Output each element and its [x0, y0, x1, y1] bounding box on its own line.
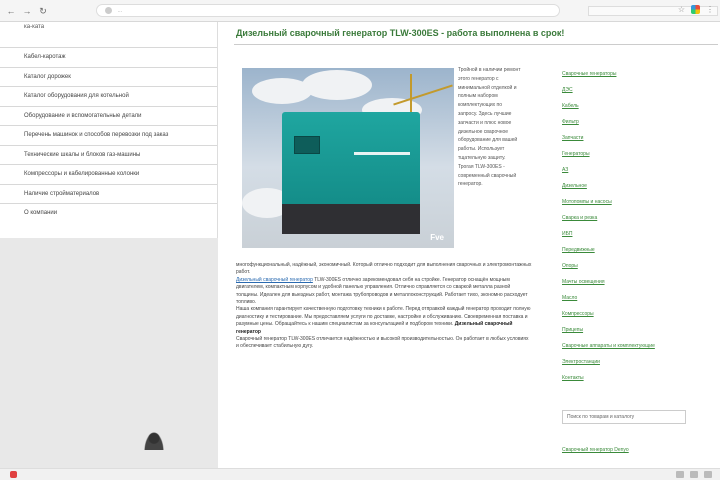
category-link[interactable]: ИБП: [562, 230, 702, 238]
site-icon: [105, 7, 112, 15]
sidebar-item[interactable]: Оборудование и вспомогательные детали: [0, 105, 217, 126]
person-figure: [144, 432, 164, 450]
tray-icon[interactable]: [676, 471, 684, 478]
search-box[interactable]: Поиск по товарам и каталогу: [562, 410, 686, 424]
category-link[interactable]: Сварочные аппараты и комплектующие: [562, 342, 702, 350]
sidebar-item[interactable]: Каталог дорожек: [0, 66, 217, 87]
sidebar-menu: ка-ката Кабел-каротаж Каталог дорожек Ка…: [0, 22, 218, 238]
generator-base: [282, 204, 420, 234]
product-photo[interactable]: Fve: [242, 68, 454, 248]
category-link[interactable]: Дизельное: [562, 182, 702, 190]
article-paragraph: Дизельный сварочный генератор TLW-300ES …: [236, 276, 528, 306]
category-link[interactable]: Передвижные: [562, 246, 702, 254]
address-bar[interactable]: …: [96, 4, 560, 17]
category-link[interactable]: Мачты освещения: [562, 278, 702, 286]
article-body: многофункциональный, надёжный, экономичн…: [236, 262, 532, 351]
generator-stripe: [354, 152, 410, 155]
category-link[interactable]: Контакты: [562, 374, 702, 382]
tray-icons: [676, 471, 712, 478]
article-paragraph: многофункциональный, надёжный, экономичн…: [236, 262, 532, 276]
category-link[interactable]: Масло: [562, 294, 702, 302]
sidebar-item[interactable]: Кабел-каротаж: [0, 47, 217, 67]
main-content: Дизельный сварочный генератор TLW-300ES …: [218, 22, 720, 468]
extension-icon[interactable]: [691, 5, 700, 14]
sidebar-item[interactable]: Каталог оборудования для котельной: [0, 86, 217, 106]
sidebar-item[interactable]: Наличие стройматериалов: [0, 183, 217, 204]
category-link[interactable]: Компрессоры: [562, 310, 702, 318]
category-link[interactable]: Запчасти: [562, 134, 702, 142]
tray-icon[interactable]: [704, 471, 712, 478]
category-link[interactable]: АЗ: [562, 166, 702, 174]
sidebar-item[interactable]: О компании: [0, 203, 217, 223]
forward-icon[interactable]: →: [22, 6, 32, 16]
bottom-link[interactable]: Сварочный генератор Denyo: [562, 447, 629, 453]
category-link[interactable]: Сварочные генераторы: [562, 70, 702, 78]
sidebar: ка-ката Кабел-каротаж Каталог дорожек Ка…: [0, 22, 218, 480]
category-link[interactable]: ДЭС: [562, 86, 702, 94]
category-link[interactable]: Электростанции: [562, 358, 702, 366]
status-bar: [0, 468, 720, 480]
menu-icon[interactable]: ⋮: [706, 5, 714, 14]
photo-logo: Fve: [430, 233, 444, 242]
back-icon[interactable]: ←: [6, 6, 16, 16]
category-link[interactable]: Сварка и резка: [562, 214, 702, 222]
category-link[interactable]: Генераторы: [562, 150, 702, 158]
article-paragraph: Сварочный генератор TLW-300ES отличается…: [236, 336, 529, 350]
sidebar-item[interactable]: Технические шкалы и блоков газ-машины: [0, 144, 217, 165]
generator-body: [282, 112, 420, 212]
sidebar-item[interactable]: Перечень машинок и способов перевозки по…: [0, 125, 217, 145]
address-text: …: [117, 8, 123, 14]
app-icon[interactable]: [10, 471, 17, 478]
star-icon[interactable]: ☆: [678, 5, 685, 14]
reload-icon[interactable]: ↻: [38, 6, 48, 16]
category-link[interactable]: Фильтр: [562, 118, 702, 126]
right-links: Сварочные генераторы ДЭС Кабель Фильтр З…: [562, 70, 702, 390]
category-link[interactable]: Опоры: [562, 262, 702, 270]
category-link[interactable]: Мотопомпы и насосы: [562, 198, 702, 206]
sidebar-header: ка-ката: [24, 24, 45, 30]
toolbar-icons: ☆ ⋮: [678, 5, 714, 14]
page-title: Дизельный сварочный генератор TLW-300ES …: [236, 28, 565, 38]
category-link[interactable]: Кабель: [562, 102, 702, 110]
category-link[interactable]: Прицепы: [562, 326, 702, 334]
article-paragraph: Наша компания гарантирует качественную п…: [236, 306, 531, 335]
tray-icon[interactable]: [690, 471, 698, 478]
article-link[interactable]: Дизельный сварочный генератор: [236, 277, 313, 283]
photo-caption-text: Тройной в наличии ремонт этого генератор…: [458, 67, 521, 188]
generator-panel: [294, 136, 320, 154]
browser-toolbar: ← → ↻ … ☆ ⋮: [0, 0, 720, 22]
title-divider: [234, 44, 718, 45]
sidebar-item[interactable]: Компрессоры и кабелированные колонки: [0, 164, 217, 184]
